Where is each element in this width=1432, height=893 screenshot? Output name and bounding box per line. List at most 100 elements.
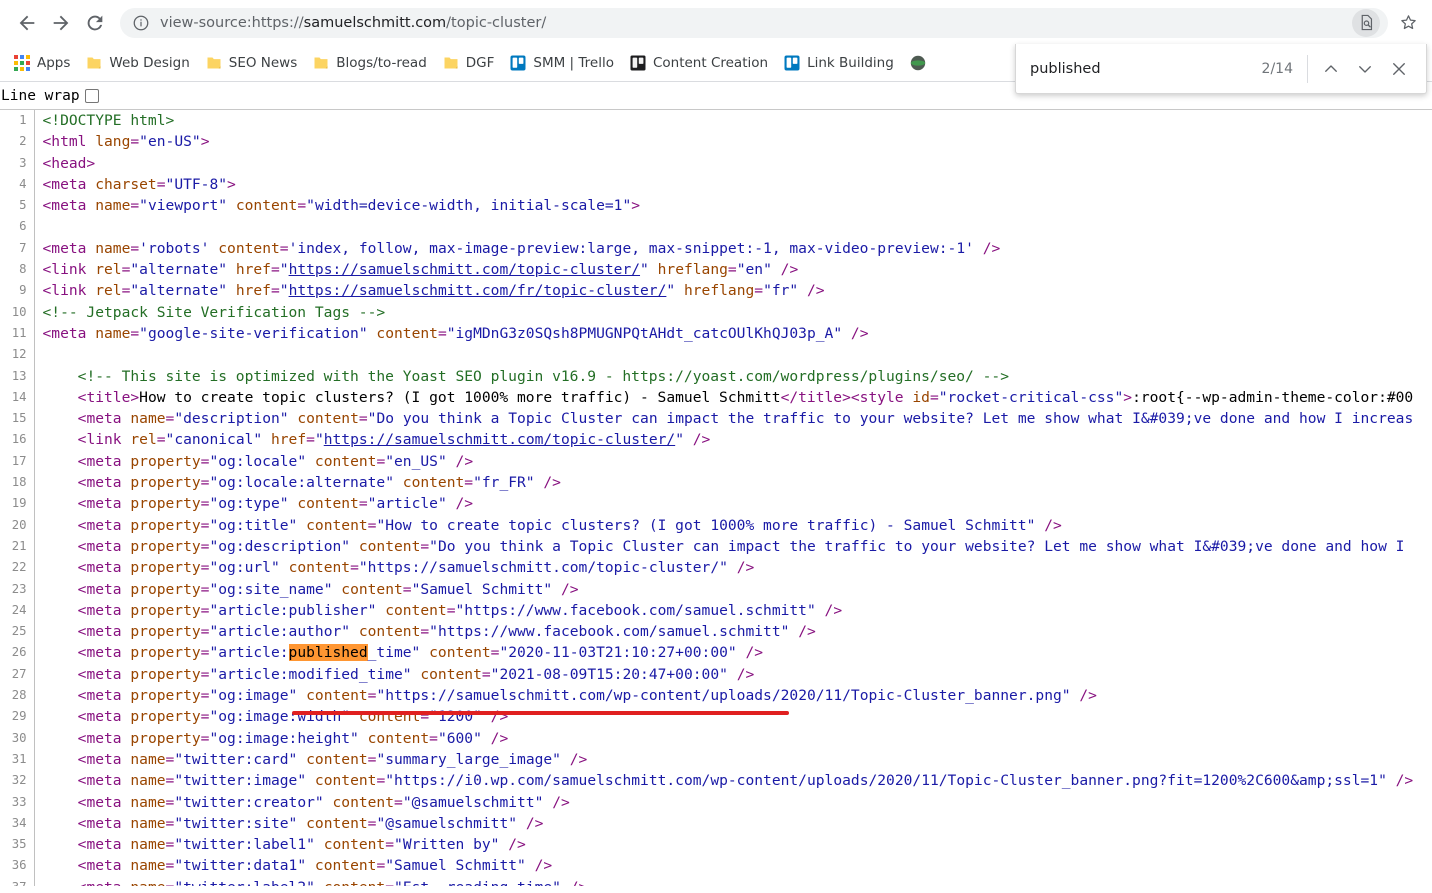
bookmark-link-building[interactable]: Link Building (776, 49, 902, 77)
bookmark-label: SEO News (228, 55, 298, 71)
line-source[interactable]: <meta property="og:description" content=… (34, 536, 1414, 557)
line-number: 18 (0, 472, 35, 494)
line-source[interactable]: <meta name="twitter:image" content="http… (34, 770, 1414, 791)
line-source[interactable]: <!-- This site is optimized with the Yoa… (34, 366, 1414, 387)
line-source[interactable]: <meta property="og:image:height" content… (34, 728, 1414, 749)
source-code-view[interactable]: 1 <!DOCTYPE html> 2 <html lang="en-US"> 3 <he… (0, 110, 1432, 886)
line-source[interactable]: <link rel="alternate" href="https://samu… (34, 280, 1414, 301)
line-number: 26 (0, 642, 35, 664)
bookmark-seo-news[interactable]: SEO News (198, 49, 306, 77)
find-input[interactable] (1030, 60, 1262, 77)
folder-icon (444, 57, 458, 69)
forward-arrow-icon (53, 15, 69, 30)
line-source[interactable]: <meta charset="UTF-8"> (34, 174, 1414, 195)
find-in-page-icon[interactable] (1352, 8, 1380, 37)
find-next-button[interactable] (1348, 52, 1382, 86)
url-path: /topic-cluster/ (446, 14, 547, 31)
line-source[interactable]: <meta property="og:url" content="https:/… (34, 557, 1414, 578)
line-number: 1 (0, 110, 35, 132)
line-source[interactable]: <meta property="og:image:width" content=… (34, 706, 1414, 727)
star-icon (1400, 15, 1416, 30)
source-line: 3 <head> (0, 152, 1414, 174)
line-source[interactable]: <meta name="twitter:site" content="@samu… (34, 813, 1414, 834)
bookmark-label: Content Creation (652, 55, 769, 71)
forward-button[interactable] (44, 6, 78, 40)
line-number: 4 (0, 173, 35, 196)
line-number: 20 (0, 514, 35, 536)
line-source[interactable]: <head> (34, 153, 1414, 174)
line-source[interactable]: <link rel="canonical" href="https://samu… (34, 429, 1414, 450)
source-line: 8 <link rel="alternate" href="https://sam… (0, 259, 1414, 281)
line-source[interactable]: <meta name="google-site-verification" co… (34, 323, 1414, 344)
line-source[interactable] (34, 216, 1414, 237)
folder-icon (207, 57, 221, 69)
line-source[interactable]: <meta name="twitter:label2" content="Est… (34, 877, 1414, 886)
source-line: 4 <meta charset="UTF-8"> (0, 173, 1414, 196)
line-source[interactable]: <meta property="article:published_time" … (34, 642, 1414, 663)
line-source[interactable]: <meta name="viewport" content="width=dev… (34, 195, 1414, 216)
source-line: 18 <meta property="og:locale:alternate" … (0, 472, 1414, 494)
line-number: 14 (0, 386, 35, 409)
reload-button[interactable] (78, 6, 112, 40)
line-number: 30 (0, 727, 35, 749)
bookmark-dgf[interactable]: DGF (435, 49, 503, 77)
source-line: 31 <meta name="twitter:card" content="su… (0, 748, 1414, 771)
line-source[interactable]: <meta property="og:image" content="https… (34, 685, 1414, 706)
source-line: 9 <link rel="alternate" href="https://sam… (0, 280, 1414, 302)
line-source[interactable]: <title>How to create topic clusters? (I … (34, 387, 1414, 408)
line-source[interactable]: <meta name="description" content="Do you… (34, 408, 1414, 429)
line-source[interactable]: <meta property="article:author" content=… (34, 621, 1414, 642)
back-button[interactable] (10, 6, 44, 40)
line-source[interactable]: <!DOCTYPE html> (34, 110, 1414, 131)
apps-grid-icon (14, 55, 30, 71)
line-source[interactable]: <meta name='robots' content='index, foll… (34, 238, 1414, 259)
bookmark-overflow[interactable] (902, 49, 941, 77)
url-scheme: view-source:https:// (160, 14, 304, 31)
line-source[interactable]: <meta property="og:type" content="articl… (34, 493, 1414, 514)
line-source[interactable]: <meta name="twitter:data1" content="Samu… (34, 855, 1414, 876)
line-source[interactable]: <meta name="twitter:card" content="summa… (34, 749, 1414, 770)
line-source[interactable]: <!-- Jetpack Site Verification Tags --> (34, 302, 1414, 323)
line-source[interactable]: <meta name="twitter:creator" content="@s… (34, 792, 1414, 813)
bookmark-star-button[interactable] (1394, 9, 1422, 37)
bookmark-blogs-to-read[interactable]: Blogs/to-read (305, 49, 435, 77)
line-source[interactable]: <meta property="article:modified_time" c… (34, 664, 1414, 685)
source-line: 36 <meta name="twitter:data1" content="S… (0, 855, 1414, 877)
source-line: 12 (0, 344, 1414, 366)
line-number: 7 (0, 237, 35, 260)
bookmark-content-creation[interactable]: Content Creation (622, 49, 776, 77)
source-line: 7 <meta name='robots' content='index, fol… (0, 237, 1414, 260)
line-source[interactable] (34, 344, 1414, 365)
source-line: 2 <html lang="en-US"> (0, 131, 1414, 153)
line-number: 10 (0, 301, 35, 323)
line-number: 25 (0, 621, 35, 643)
find-previous-button[interactable] (1314, 52, 1348, 86)
source-line: 11 <meta name="google-site-verification" … (0, 322, 1414, 345)
source-line: 34 <meta name="twitter:site" content="@s… (0, 812, 1414, 835)
trello-dark-icon (630, 55, 646, 71)
line-source[interactable]: <meta property="article:publisher" conte… (34, 600, 1414, 621)
address-bar[interactable]: view-source:https://samuelschmitt.com/to… (120, 7, 1388, 38)
source-line: 13 <!-- This site is optimized with the … (0, 365, 1414, 387)
line-source[interactable]: <link rel="alternate" href="https://samu… (34, 259, 1414, 280)
line-source[interactable]: <meta property="og:title" content="How t… (34, 515, 1414, 536)
bookmark-web-design[interactable]: Web Design (78, 49, 197, 77)
line-number: 31 (0, 748, 35, 771)
line-source[interactable]: <html lang="en-US"> (34, 131, 1414, 152)
line-number: 23 (0, 578, 35, 600)
line-source[interactable]: <meta property="og:site_name" content="S… (34, 579, 1414, 600)
line-source[interactable]: <meta name="twitter:label1" content="Wri… (34, 834, 1414, 855)
find-close-button[interactable] (1382, 52, 1416, 86)
find-divider (1307, 54, 1308, 83)
line-wrap-checkbox[interactable] (84, 88, 99, 103)
source-line: 1 <!DOCTYPE html> (0, 110, 1414, 132)
source-line: 6 (0, 216, 1414, 238)
source-line: 28 <meta property="og:image" content="ht… (0, 685, 1414, 707)
bookmark-apps[interactable]: Apps (6, 49, 78, 77)
site-info-icon[interactable] (132, 14, 150, 32)
line-number: 12 (0, 344, 35, 366)
line-source[interactable]: <meta property="og:locale" content="en_U… (34, 451, 1414, 472)
bookmark-smm-trello[interactable]: SMM | Trello (502, 49, 622, 77)
line-wrap-label: Line wrap (1, 87, 80, 104)
line-source[interactable]: <meta property="og:locale:alternate" con… (34, 472, 1414, 493)
